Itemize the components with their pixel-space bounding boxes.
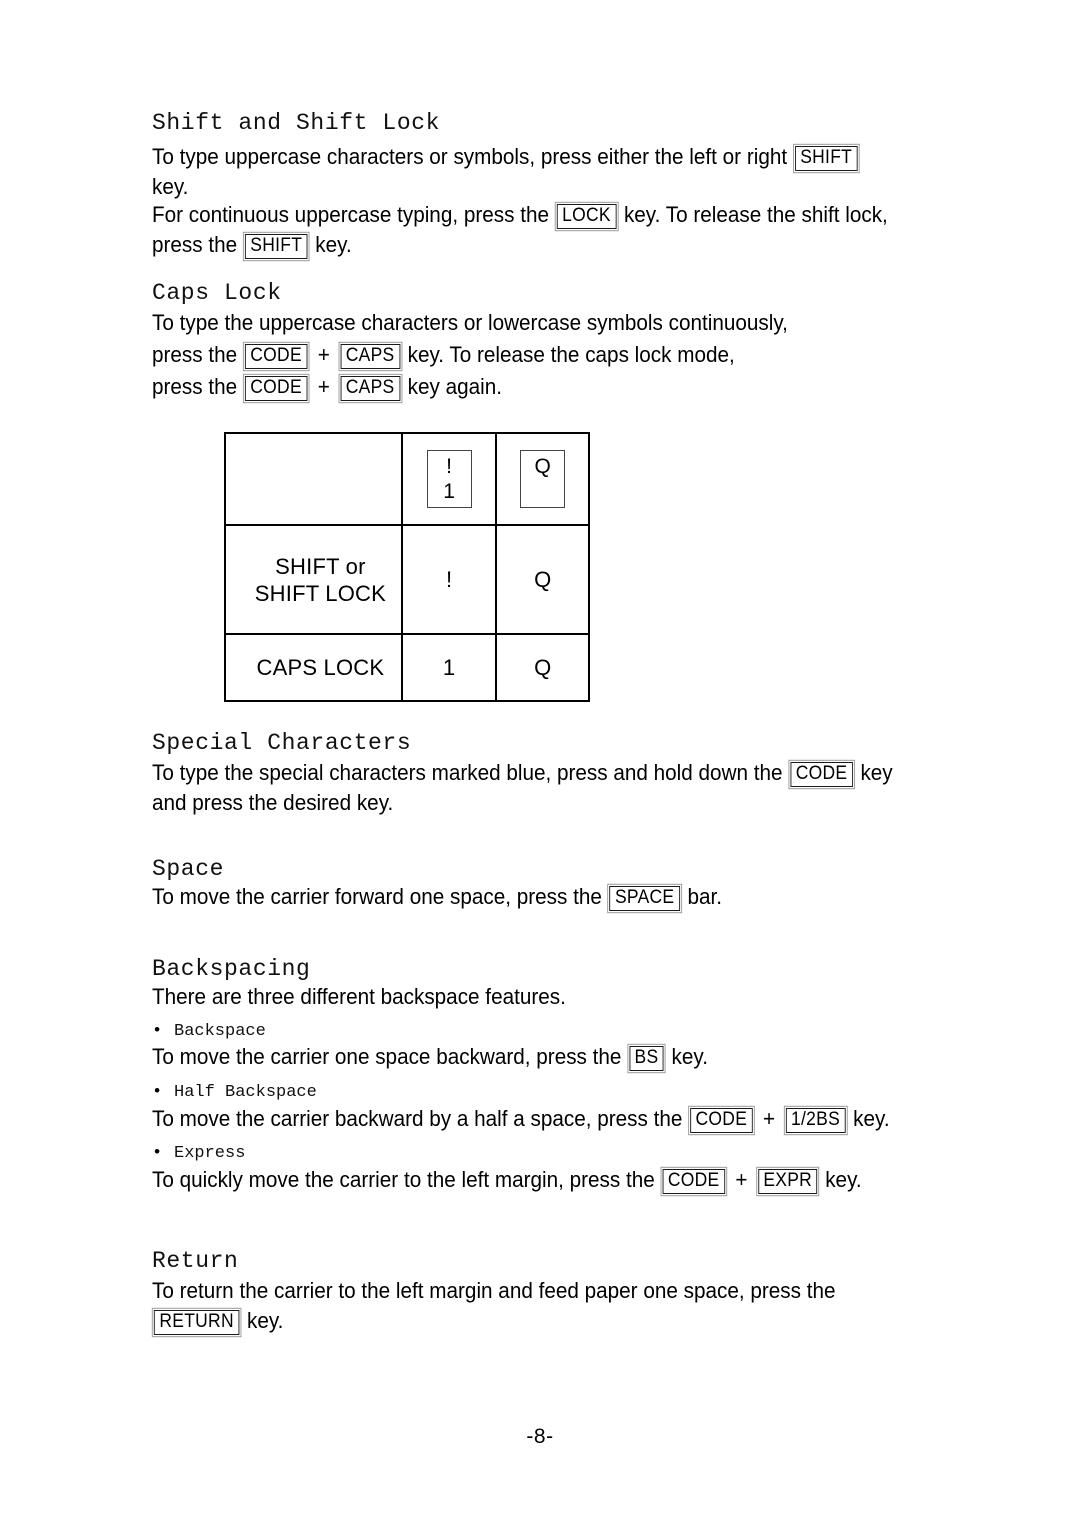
shift-p2-text-a: For continuous uppercase typing, press t…	[152, 202, 549, 227]
space-paragraph-line-1: To move the carrier forward one space, p…	[152, 882, 888, 912]
caps-line-3-text-a: press the	[152, 374, 238, 399]
return-line-2-text-b: key.	[246, 1308, 284, 1333]
table-cell-shift-output-2: Q	[495, 524, 590, 635]
heading-backspacing: Backspacing	[152, 956, 311, 982]
key-code-1: CODE	[244, 344, 308, 369]
shift-p2-text-d: key.	[315, 232, 352, 257]
shift-p1-text-b: key.	[152, 174, 189, 199]
key-code-2: CODE	[244, 376, 308, 401]
shift-p2-text-b: key. To release the shift lock,	[623, 202, 888, 227]
shift-paragraph-line-3: For continuous uppercase typing, press t…	[152, 200, 888, 230]
caps-line-3-text-b: key again.	[407, 374, 502, 399]
heading-shift-and-shift-lock: Shift and Shift Lock	[152, 110, 441, 136]
heading-return: Return	[152, 1248, 239, 1274]
list-item-half-backspace: • Half Backspace	[152, 1083, 317, 1103]
key-code-4: CODE	[690, 1108, 753, 1133]
key-code-3: CODE	[790, 762, 853, 787]
table-cell-shift-label: SHIFT or SHIFT LOCK	[224, 524, 403, 635]
page-number: -8-	[526, 1425, 554, 1448]
bullet-icon: •	[152, 1144, 163, 1163]
shift-p2-text-c: press the	[152, 232, 238, 257]
keycap-top-glyph: !	[446, 455, 452, 478]
list-item-backspace-label: Backspace	[174, 1022, 266, 1041]
shift-label-line-2: SHIFT LOCK	[254, 580, 386, 606]
key-shift-1: SHIFT	[794, 146, 858, 171]
special-line-2-text: and press the desired key.	[152, 790, 394, 815]
caps-line-1-text: To type the uppercase characters or lowe…	[152, 310, 788, 335]
key-return: RETURN	[153, 1310, 240, 1335]
shift-paragraph-line-1: To type uppercase characters or symbols,…	[152, 142, 888, 172]
table-cell-keycap-q: Q	[495, 432, 590, 526]
table-cell-capslock-output-2: Q	[495, 633, 590, 702]
table-cell-shift-output-1: !	[400, 524, 498, 635]
special-line-1-text-b: key	[860, 760, 893, 785]
key-half-bs: 1/2BS	[785, 1108, 846, 1133]
space-line-1-text-a: To move the carrier forward one space, p…	[152, 884, 602, 909]
bullet-icon: •	[152, 1022, 163, 1041]
list-item-backspace: • Backspace	[152, 1022, 266, 1042]
return-line-1-text: To return the carrier to the left margin…	[152, 1278, 836, 1303]
caps-paragraph-line-3: press the CODE + CAPS key again.	[152, 372, 888, 402]
shift-label-line-1: SHIFT or	[275, 553, 366, 579]
keycap-bottom-glyph: 1	[443, 480, 455, 503]
bullet-icon: •	[152, 1083, 163, 1102]
key-shift-2: SHIFT	[244, 234, 308, 259]
table-row: CAPS LOCK 1 Q	[224, 633, 590, 702]
key-code-5: CODE	[662, 1169, 726, 1194]
return-paragraph-line-1: To return the carrier to the left margin…	[152, 1276, 888, 1306]
key-expr: EXPR	[757, 1169, 818, 1194]
plus-sign-3: +	[763, 1106, 776, 1131]
table-row: ! 1 Q	[224, 432, 590, 526]
table-cell-capslock-output-1: 1	[400, 633, 498, 702]
special-line-1-text-a: To type the special characters marked bl…	[152, 760, 783, 785]
key-caps-2: CAPS	[340, 376, 400, 401]
keycap-illustration-exclamation-one: ! 1	[426, 450, 472, 508]
half-backspace-text-a: To move the carrier backward by a half a…	[152, 1106, 683, 1131]
half-backspace-description: To move the carrier backward by a half a…	[152, 1104, 890, 1134]
keycap-illustration-q: Q	[520, 450, 566, 508]
space-line-1-text-b: bar.	[687, 884, 722, 909]
caps-line-2-text-b: key. To release the caps lock mode,	[407, 342, 735, 367]
backspace-description: To move the carrier one space backward, …	[152, 1042, 888, 1072]
list-item-express: • Express	[152, 1144, 245, 1164]
plus-sign-2: +	[317, 374, 330, 399]
heading-special-characters: Special Characters	[152, 730, 412, 756]
shift-p1-text-a: To type uppercase characters or symbols,…	[152, 144, 788, 169]
shift-caps-behaviour-table: ! 1 Q SHIFT or SHIFT LOCK ! Q CAPS LOCK …	[224, 432, 590, 702]
backspacing-intro: There are three different backspace feat…	[152, 982, 888, 1012]
keycap-q-glyph: Q	[534, 455, 551, 478]
heading-caps-lock: Caps Lock	[152, 280, 282, 306]
special-paragraph-line-2: and press the desired key.	[152, 788, 888, 818]
list-item-half-backspace-label: Half Backspace	[174, 1083, 317, 1102]
caps-line-2-text-a: press the	[152, 342, 238, 367]
special-paragraph-line-1: To type the special characters marked bl…	[152, 758, 893, 788]
list-item-express-label: Express	[174, 1144, 246, 1163]
plus-sign-4: +	[735, 1167, 748, 1192]
table-cell-empty	[224, 432, 403, 526]
express-text-b: key.	[825, 1167, 862, 1192]
caps-paragraph-line-2: press the CODE + CAPS key. To release th…	[152, 340, 888, 370]
backspace-text-a: To move the carrier one space backward, …	[152, 1044, 622, 1069]
key-space: SPACE	[609, 886, 680, 911]
table-cell-capslock-label: CAPS LOCK	[224, 633, 403, 702]
key-caps-1: CAPS	[340, 344, 400, 369]
caps-paragraph-line-1: To type the uppercase characters or lowe…	[152, 308, 888, 338]
table-row: SHIFT or SHIFT LOCK ! Q	[224, 524, 590, 635]
plus-sign-1: +	[317, 342, 330, 367]
heading-space: Space	[152, 856, 225, 882]
table-cell-keycap-exclamation: ! 1	[400, 432, 498, 526]
backspacing-intro-text: There are three different backspace feat…	[152, 984, 566, 1009]
return-paragraph-line-2: RETURN key.	[152, 1306, 888, 1336]
document-page: Shift and Shift Lock To type uppercase c…	[0, 0, 1080, 1526]
backspace-text-b: key.	[671, 1044, 708, 1069]
shift-paragraph-line-2: key.	[152, 172, 888, 202]
express-text-a: To quickly move the carrier to the left …	[152, 1167, 655, 1192]
key-lock: LOCK	[556, 204, 617, 229]
half-backspace-text-b: key.	[853, 1106, 890, 1131]
shift-paragraph-line-4: press the SHIFT key.	[152, 230, 888, 260]
express-description: To quickly move the carrier to the left …	[152, 1165, 888, 1195]
key-bs: BS	[629, 1046, 664, 1071]
